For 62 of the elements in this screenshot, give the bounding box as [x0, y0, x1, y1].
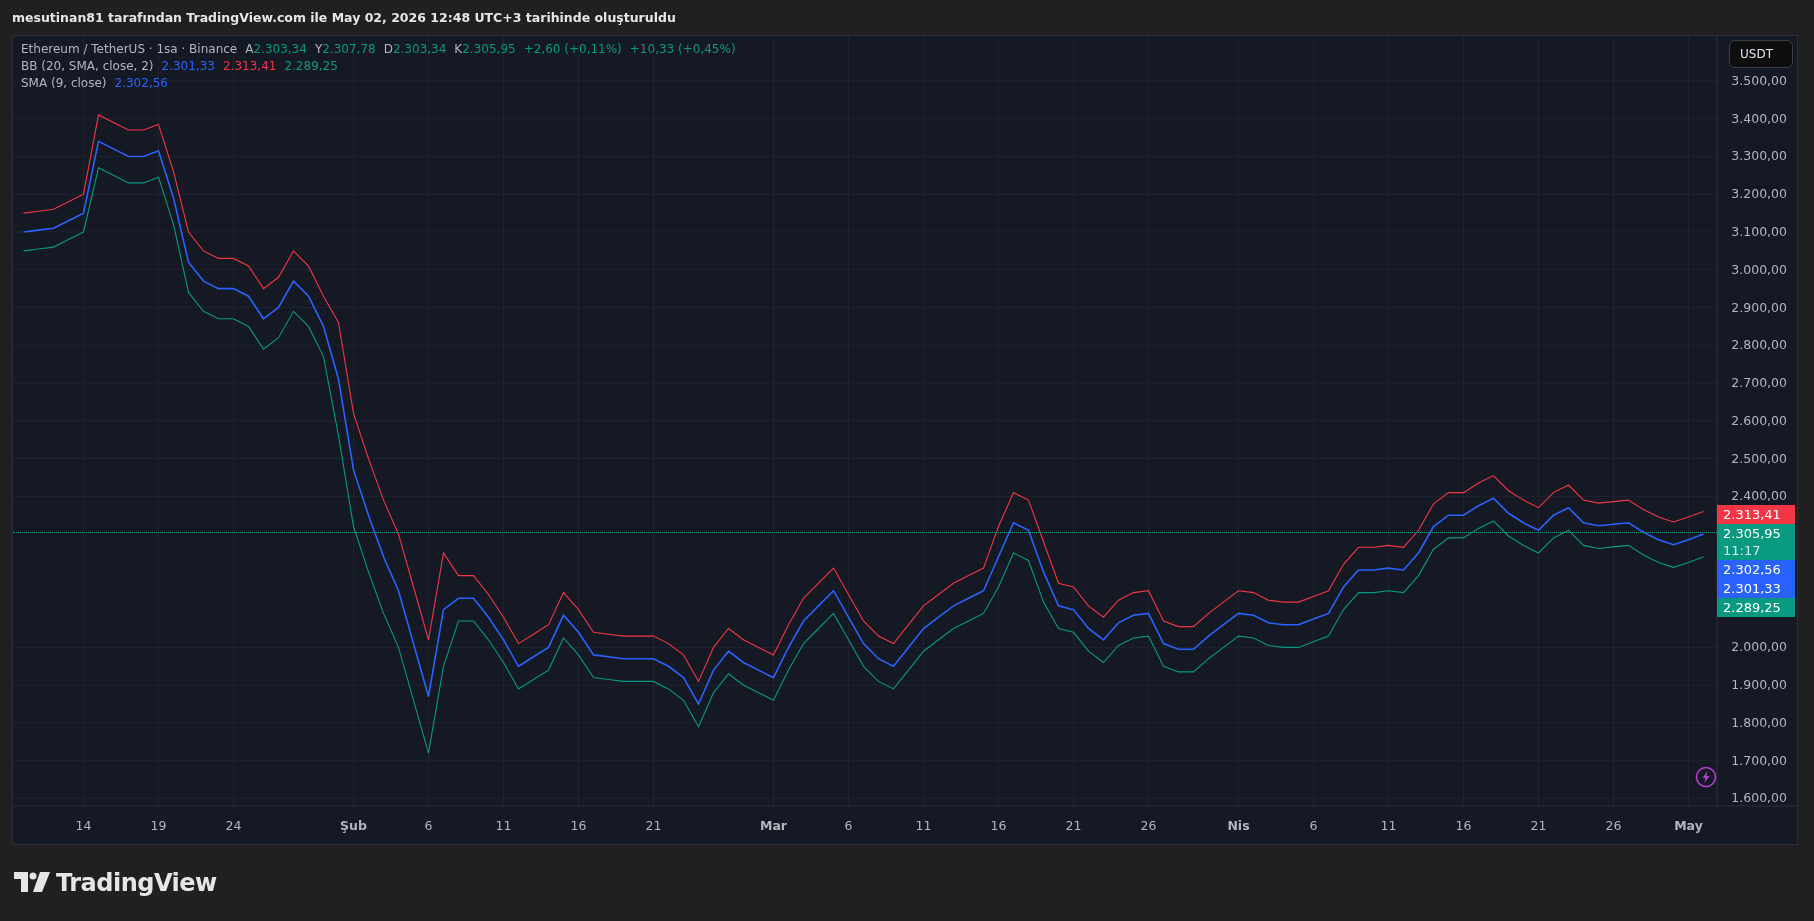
date-label: Mar	[760, 818, 787, 833]
price-label: 3.000,00	[1731, 261, 1787, 277]
logo-icon	[14, 872, 50, 894]
price-label: 2.600,00	[1731, 412, 1787, 428]
price-label: 1.800,00	[1731, 714, 1787, 730]
date-label: 11	[1380, 818, 1397, 833]
ohlc-label: K	[454, 42, 463, 56]
date-label: 6	[424, 818, 433, 833]
ohlc-value: 2.305,95	[462, 42, 516, 56]
price-label: 1.900,00	[1731, 677, 1787, 693]
indicator-value: 2.302,56	[114, 76, 168, 90]
date-label: 16	[1455, 818, 1472, 833]
price-label: 2.000,00	[1731, 639, 1787, 655]
date-label: 11	[915, 818, 932, 833]
indicator-name: SMA (9, close)	[21, 76, 107, 90]
date-label: Şub	[340, 818, 367, 833]
date-label: 21	[1065, 818, 1082, 833]
price-label: 2.500,00	[1731, 450, 1787, 466]
ohlc-value: 2.303,34	[392, 42, 447, 56]
date-label: May	[1674, 818, 1703, 833]
price-label: 3.100,00	[1731, 224, 1787, 239]
date-label: 16	[990, 818, 1007, 833]
ohlc-value: 2.303,34	[253, 42, 307, 56]
price-label: 2.700,00	[1731, 375, 1787, 391]
date-label: 19	[150, 818, 167, 833]
price-label: 3.500,00	[1731, 72, 1787, 88]
price-label: 2.900,00	[1731, 299, 1787, 315]
date-label: 14	[75, 818, 92, 833]
ohlc-label: D	[383, 42, 393, 56]
chart-credit: mesutinan81 tarafından TradingView.com ile May 02, 2026 12:48 UTC+3 tarihinde oluşturuldu	[12, 10, 676, 25]
price-label: 1.700,00	[1731, 752, 1787, 768]
date-label: 24	[225, 818, 242, 833]
date-label: 11	[495, 818, 512, 833]
price-label: 3.300,00	[1731, 148, 1787, 164]
indicator-value: 2.289,25	[284, 59, 338, 73]
price-label: 2.800,00	[1731, 337, 1787, 353]
date-label: 21	[645, 818, 662, 833]
date-label: 6	[844, 818, 853, 833]
symbol-title: Ethereum / TetherUS · 1sa · Binance	[21, 42, 238, 56]
ohlc-label: A	[245, 42, 254, 56]
date-label: Nis	[1227, 818, 1250, 833]
lightning-icon[interactable]	[1695, 766, 1717, 788]
date-label: 6	[1309, 818, 1318, 833]
indicator-name: BB (20, SMA, close, 2)	[21, 59, 154, 73]
price-tag: 2.305,95 11:17	[1717, 523, 1795, 560]
price-label: 1.600,00	[1731, 790, 1787, 806]
date-label: 26	[1605, 818, 1622, 833]
ohlc-value: 2.307,78	[322, 42, 376, 56]
currency-button[interactable]: USDT	[1729, 40, 1793, 68]
price-label: 3.400,00	[1731, 110, 1787, 126]
price-label: 2.400,00	[1731, 488, 1787, 504]
price-change: +10,33 (+0,45%)	[629, 42, 736, 56]
date-label: 26	[1140, 818, 1157, 833]
indicator-value: 2.301,33	[161, 59, 215, 73]
price-label: 3.200,00	[1731, 186, 1787, 202]
date-label: 21	[1530, 818, 1547, 833]
ohlc-label: Y	[314, 42, 323, 56]
indicator-value: 2.313,41	[222, 59, 277, 73]
date-label: 16	[570, 818, 587, 833]
price-tag: 2.313,41	[1717, 504, 1795, 524]
price-change: +2,60 (+0,11%)	[523, 42, 622, 56]
brand-name: TradingView	[56, 869, 217, 897]
